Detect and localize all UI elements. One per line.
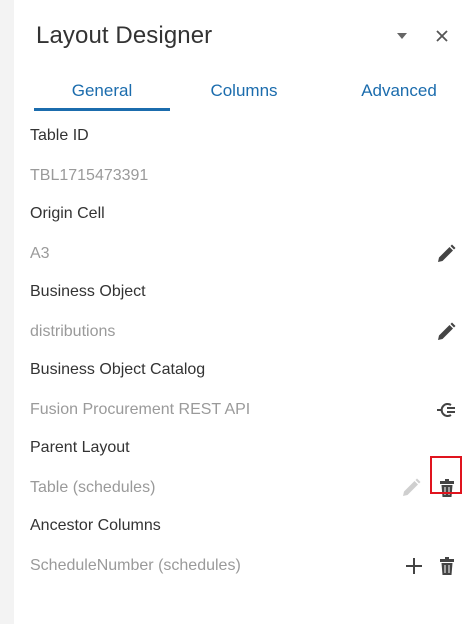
business-object-label-row: Business Object [14,272,464,312]
pencil-icon [403,478,421,496]
ancestor-columns-value: ScheduleNumber (schedules) [30,557,241,574]
pane-title: Layout Designer [36,22,213,49]
origin-cell-label-row: Origin Cell [14,194,464,234]
layout-designer-pane: Layout Designer General Columns Advanced… [0,0,464,624]
parent-layout-value-row: Table (schedules) [14,468,464,508]
business-object-catalog-value: Fusion Procurement REST API [30,401,251,418]
delete-ancestor-column-button[interactable] [435,554,459,578]
business-object-value: distributions [30,323,116,340]
tab-general[interactable]: General [34,70,170,112]
parent-layout-value: Table (schedules) [30,479,156,496]
tab-bar: General Columns Advanced [14,70,464,112]
plus-icon [406,558,422,574]
plug-icon [437,403,455,417]
close-icon [436,30,448,42]
pane-left-edge [0,0,14,624]
origin-cell-value: A3 [30,245,50,262]
table-id-value-row: TBL1715473391 [14,156,464,196]
catalog-connection-button[interactable] [434,398,458,422]
close-button[interactable] [429,22,455,50]
catalog-value-row: Fusion Procurement REST API [14,390,464,430]
pane-options-button[interactable] [389,22,415,50]
business-object-value-row: distributions [14,312,464,352]
edit-business-object-button[interactable] [434,320,458,344]
parent-layout-label: Parent Layout [30,439,130,456]
ancestor-columns-label-row: Ancestor Columns [14,506,464,546]
table-id-value: TBL1715473391 [30,167,149,184]
active-tab-indicator [34,108,170,111]
origin-cell-label: Origin Cell [30,205,105,222]
highlight-box [430,456,462,494]
business-object-label: Business Object [30,283,146,300]
business-object-catalog-label: Business Object Catalog [30,361,206,378]
tab-advanced[interactable]: Advanced [334,70,464,112]
edit-parent-layout-button[interactable] [399,476,423,500]
ancestor-columns-value-row: ScheduleNumber (schedules) [14,546,464,586]
ancestor-columns-label: Ancestor Columns [30,517,161,534]
edit-origin-cell-button[interactable] [434,242,458,266]
chevron-down-icon [397,33,407,39]
catalog-label-row: Business Object Catalog [14,350,464,390]
add-ancestor-column-button[interactable] [402,554,426,578]
pane-titlebar: Layout Designer [14,0,464,70]
table-id-label: Table ID [30,127,89,144]
pencil-icon [438,244,456,262]
pencil-icon [438,322,456,340]
origin-cell-value-row: A3 [14,234,464,274]
trash-icon [440,557,454,575]
tab-columns[interactable]: Columns [179,70,309,112]
table-id-label-row: Table ID [14,116,464,156]
parent-layout-label-row: Parent Layout [14,428,464,468]
